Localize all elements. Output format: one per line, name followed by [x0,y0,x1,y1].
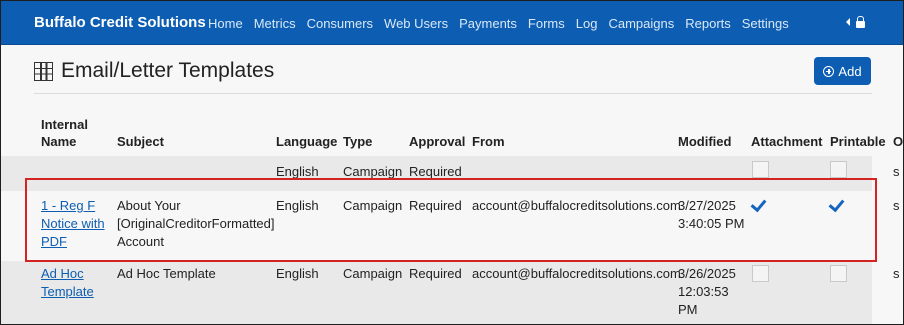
brand-name[interactable]: Buffalo Credit Solutions [34,14,206,31]
caret-left-icon [846,18,850,26]
header-approval[interactable]: Approval [409,133,465,150]
template-name-link[interactable]: Ad Hoc Template [41,265,94,301]
user-menu[interactable] [846,16,865,28]
attachment-checkbox[interactable] [752,161,769,178]
header-attachment[interactable]: Attachment [751,133,823,150]
nav-item-metrics[interactable]: Metrics [254,16,296,31]
nav-item-log[interactable]: Log [576,16,598,31]
top-navbar: Buffalo Credit Solutions Home Metrics Co… [1,1,903,45]
nav-item-web-users[interactable]: Web Users [384,16,448,31]
header-language[interactable]: Language [276,133,337,150]
row-language: English [276,266,319,281]
page-header: Email/Letter Templates [34,59,274,83]
nav-item-forms[interactable]: Forms [528,16,565,31]
nav-item-payments[interactable]: Payments [459,16,517,31]
header-modified[interactable]: Modified [678,133,731,150]
app-window: Buffalo Credit Solutions Home Metrics Co… [0,0,904,325]
nav-item-campaigns[interactable]: Campaigns [608,16,674,31]
row-from: account@buffalocreditsolutions.com [472,266,681,281]
nav-item-reports[interactable]: Reports [685,16,731,31]
header-type[interactable]: Type [343,133,372,150]
highlight-box [25,178,877,262]
header-internal-name[interactable]: Internal Name [41,116,88,150]
row-type: Campaign [343,266,403,281]
row-approval: Required [409,266,462,281]
add-button-label: Add [838,63,862,79]
add-template-button[interactable]: Add [814,57,871,85]
header-printable[interactable]: Printable [830,133,886,150]
nav-item-home[interactable]: Home [208,16,243,31]
nav-item-settings[interactable]: Settings [742,16,789,31]
table-row: Ad Hoc Template Ad Hoc Template English … [1,261,900,324]
nav-menu: Home Metrics Consumers Web Users Payment… [208,16,800,31]
plus-circle-icon [823,65,835,77]
header-divider [34,93,872,94]
header-subject[interactable]: Subject [117,133,164,150]
row-overflow: s [893,198,900,213]
table-grid-icon [34,61,53,81]
printable-checkbox[interactable] [830,161,847,178]
row-subject: Ad Hoc Template [117,266,216,281]
attachment-checkbox[interactable] [752,265,769,282]
header-from[interactable]: From [472,133,505,150]
row-overflow: s [893,266,900,281]
row-modified: 3/26/2025 12:03:53 PM [678,266,736,317]
nav-item-consumers[interactable]: Consumers [307,16,373,31]
printable-checkbox[interactable] [830,265,847,282]
page-title: Email/Letter Templates [61,59,275,82]
lock-icon [856,16,865,28]
header-overflow: O [893,134,904,149]
row-overflow: s [893,164,900,179]
